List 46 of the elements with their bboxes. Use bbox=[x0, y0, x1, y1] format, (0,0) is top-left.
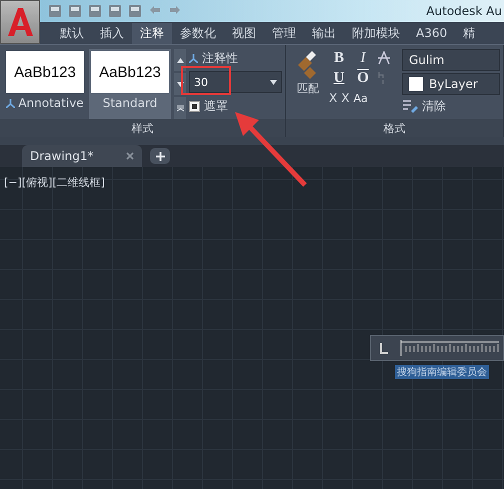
text-ruler[interactable] bbox=[370, 335, 504, 361]
panel-title[interactable]: 格式 bbox=[384, 120, 406, 136]
plus-icon bbox=[156, 152, 164, 160]
clear-button[interactable]: 清除 bbox=[422, 98, 446, 114]
ribbon-tab[interactable]: 管理 bbox=[264, 22, 304, 44]
editor-text: 搜狗指南编辑委员会 bbox=[395, 365, 489, 379]
superscript-button[interactable]: X bbox=[329, 91, 338, 105]
italic-button[interactable]: I bbox=[353, 50, 373, 66]
caret-up-icon[interactable] bbox=[176, 58, 184, 62]
expand-icon[interactable] bbox=[176, 104, 184, 112]
text-style-option[interactable]: AaBb123 Standard bbox=[89, 49, 171, 119]
caret-down-icon[interactable] bbox=[176, 82, 184, 86]
ribbon-tab[interactable]: 插入 bbox=[92, 22, 132, 44]
document-tab[interactable]: Drawing1* bbox=[22, 145, 142, 167]
font-dropdown[interactable]: Gulim bbox=[402, 49, 500, 71]
ribbon-tab[interactable]: 参数化 bbox=[172, 22, 224, 44]
clear-formatting-icon[interactable] bbox=[402, 99, 418, 113]
viewport-label[interactable]: [−][俯视][二维线框] bbox=[4, 175, 105, 190]
window-title: Autodesk Au bbox=[426, 4, 503, 18]
annotative-icon bbox=[189, 54, 198, 62]
match-label[interactable]: 匹配 bbox=[297, 81, 319, 96]
ribbon-tab[interactable]: A360 bbox=[408, 24, 456, 42]
application-menu-button[interactable] bbox=[0, 0, 40, 44]
change-case-button[interactable]: Aa bbox=[353, 92, 368, 104]
color-dropdown[interactable]: ByLayer bbox=[402, 73, 500, 95]
subscript-button[interactable]: X bbox=[341, 91, 350, 105]
color-swatch bbox=[409, 77, 423, 91]
caret-down-icon[interactable] bbox=[270, 80, 277, 84]
ribbon-tab[interactable]: 输出 bbox=[304, 22, 344, 44]
overline-button[interactable]: O bbox=[353, 70, 373, 86]
underline-button[interactable]: U bbox=[329, 70, 349, 86]
annotative-label: 注释性 bbox=[202, 50, 238, 66]
ribbon-tab[interactable]: 视图 bbox=[224, 22, 264, 44]
new-tab-button[interactable] bbox=[150, 148, 170, 164]
mask-icon[interactable] bbox=[189, 100, 200, 112]
ribbon-tab[interactable]: 精 bbox=[455, 22, 484, 44]
close-icon[interactable] bbox=[126, 152, 134, 160]
mask-label[interactable]: 遮罩 bbox=[204, 98, 228, 114]
ribbon-tab[interactable]: 默认 bbox=[52, 22, 92, 44]
bold-button[interactable]: B bbox=[329, 50, 349, 66]
ribbon-tab[interactable]: 附加模块 bbox=[344, 22, 408, 44]
text-height-field[interactable]: 30 bbox=[189, 71, 282, 93]
highlight-frame bbox=[181, 66, 231, 95]
panel-title: 样式 bbox=[132, 120, 154, 136]
ribbon-tab[interactable]: 注释 bbox=[132, 22, 172, 44]
strikethrough-icon[interactable] bbox=[377, 51, 391, 65]
